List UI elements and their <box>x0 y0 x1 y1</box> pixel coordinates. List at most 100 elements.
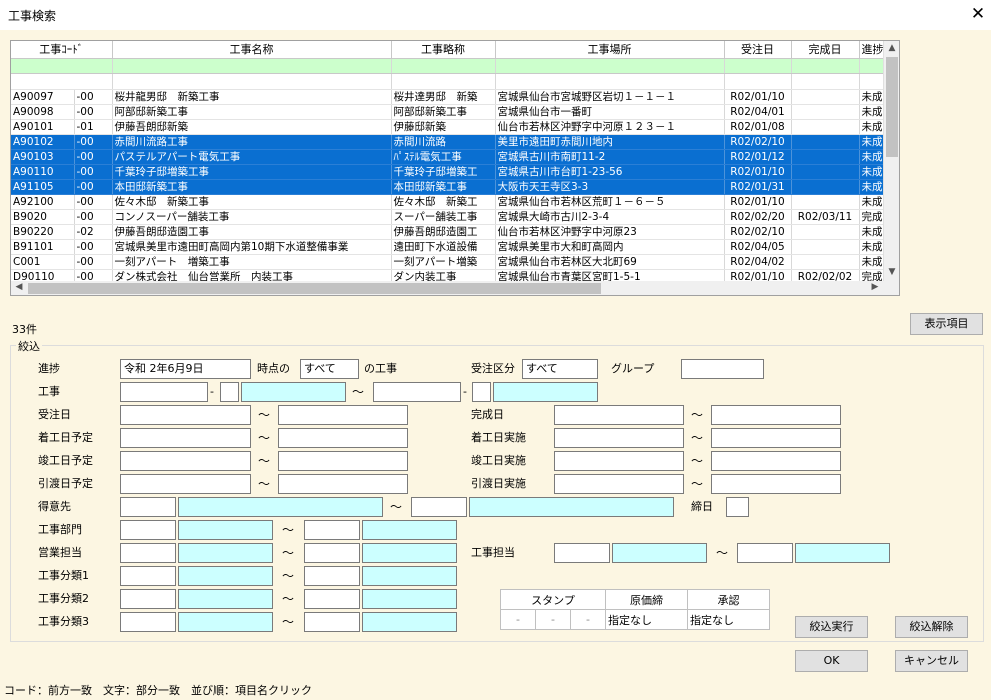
start-plan-to-field[interactable] <box>278 428 408 448</box>
class3-to-code-field[interactable] <box>304 612 360 632</box>
class1-from-code-field[interactable] <box>120 566 176 586</box>
start-plan-tilde: ～ <box>258 431 271 445</box>
table-row[interactable]: A92100 -00 佐々木邸 新築工事 佐々木邸 新築工 宮城県仙台市若林区荒町１－６… <box>11 194 885 210</box>
finish-plan-from-field[interactable] <box>120 451 251 471</box>
results-table: 工事ｺｰﾄﾞ 工事名称 工事略称 工事場所 受注日 完成日 進捗 A90097-… <box>11 41 885 295</box>
dept-to-code-field[interactable] <box>304 520 360 540</box>
clear-filter-button[interactable]: 絞込解除 <box>895 616 968 638</box>
as-of-date-field[interactable]: 令和 2年6月9日 <box>120 359 251 379</box>
done-date-from-field[interactable] <box>554 405 684 425</box>
table-row[interactable]: A90097 -00 桜井龍男邸 新築工事 桜井達男邸 新築 宮城県仙台市宮城野区岩切１… <box>11 89 885 105</box>
progress-select[interactable]: すべて <box>300 359 359 379</box>
horizontal-scroll-thumb[interactable] <box>28 283 601 294</box>
dept-from-code-field[interactable] <box>120 520 176 540</box>
table-row[interactable]: A90103 -00 パステルアパート電気工事 ﾊﾟｽﾃﾙ電気工事 宮城県古川市南町11… <box>11 149 885 165</box>
charge-to-code-field[interactable] <box>737 543 793 563</box>
vertical-scroll-thumb[interactable] <box>886 57 898 157</box>
table-row[interactable]: A90098 -00 阿部邸新築工事 阿部邸新築工事 宮城県仙台市一番町 R02/04/0… <box>11 104 885 120</box>
approve-select[interactable]: 指定なし <box>687 609 770 630</box>
cell-subcode: -00 <box>74 209 113 225</box>
order-date-from-field[interactable] <box>120 405 251 425</box>
class3-from-code-field[interactable] <box>120 612 176 632</box>
customer-to-code-field[interactable] <box>411 497 467 517</box>
delivery-actual-to-field[interactable] <box>711 474 841 494</box>
kouji-from-code-field[interactable] <box>120 382 208 402</box>
start-plan-from-field[interactable] <box>120 428 251 448</box>
order-date-label: 受注日 <box>38 408 71 421</box>
ok-button[interactable]: OK <box>795 650 868 672</box>
scroll-right-icon[interactable]: ▶ <box>867 282 883 292</box>
group-field[interactable] <box>681 359 764 379</box>
delivery-plan-to-field[interactable] <box>278 474 408 494</box>
table-row[interactable]: C001 -00 一刻アパート 増築工事 一刻アパート増築 宮城県仙台市若林区大北町69… <box>11 254 885 270</box>
kouji-to-sub-field[interactable] <box>472 382 491 402</box>
order-kind-select[interactable]: すべて <box>522 359 598 379</box>
filter-row[interactable] <box>11 58 885 74</box>
col-header-progress[interactable]: 進捗 <box>859 41 885 59</box>
display-items-button[interactable]: 表示項目 <box>910 313 983 335</box>
kouji-to-code-field[interactable] <box>373 382 461 402</box>
closing-day-field[interactable] <box>726 497 749 517</box>
close-icon[interactable]: ✕ <box>970 4 986 24</box>
delivery-plan-from-field[interactable] <box>120 474 251 494</box>
cost-close-select[interactable]: 指定なし <box>605 609 688 630</box>
charge-from-code-field[interactable] <box>554 543 610 563</box>
cell-code: B90220 <box>11 224 75 240</box>
sales-tilde: ～ <box>282 546 295 560</box>
cell-done-date <box>791 224 860 240</box>
cell-done-date <box>791 104 860 120</box>
col-header-code[interactable]: 工事ｺｰﾄﾞ <box>11 41 113 59</box>
table-row[interactable]: B90220 -02 伊藤吾朗邸造園工事 伊藤吾朗邸造園工 仙台市若林区沖野字中河原23… <box>11 224 885 240</box>
col-header-place[interactable]: 工事場所 <box>495 41 725 59</box>
horizontal-scrollbar[interactable]: ◀ ▶ <box>11 281 883 295</box>
customer-from-code-field[interactable] <box>120 497 176 517</box>
sales-from-code-field[interactable] <box>120 543 176 563</box>
class2-to-code-field[interactable] <box>304 589 360 609</box>
table-row[interactable]: A90102 -00 赤間川流路工事 赤間川流路 美里市遠田町赤間川地内 R02/02/1… <box>11 134 885 150</box>
cell-done-date <box>791 89 860 105</box>
col-header-order-date[interactable]: 受注日 <box>724 41 792 59</box>
start-actual-from-field[interactable] <box>554 428 684 448</box>
class1-tilde: ～ <box>282 569 295 583</box>
scroll-left-icon[interactable]: ◀ <box>11 282 27 292</box>
stamp-toggle-1[interactable]: - <box>500 609 536 630</box>
finish-actual-to-field[interactable] <box>711 451 841 471</box>
stamp-header: スタンプ <box>500 589 606 610</box>
finish-actual-from-field[interactable] <box>554 451 684 471</box>
table-row[interactable]: A90110 -00 千葉玲子邸増築工事 千葉玲子邸増築工 宮城県古川市台町1-23-5… <box>11 164 885 180</box>
stamp-toggle-3[interactable]: - <box>570 609 606 630</box>
table-row[interactable]: A91105 -00 本田邸新築工事 本田邸新築工事 大阪市天王寺区3-3 R02/01/… <box>11 179 885 195</box>
table-row[interactable]: B9020 -00 コンノスーパー舗装工事 スーパー舗装工事 宮城県大崎市古川2-3-4… <box>11 209 885 225</box>
class1-to-code-field[interactable] <box>304 566 360 586</box>
window-title: 工事検索 <box>8 9 57 23</box>
class2-from-code-field[interactable] <box>120 589 176 609</box>
start-actual-to-field[interactable] <box>711 428 841 448</box>
stamp-toggle-2[interactable]: - <box>535 609 571 630</box>
cell-order-date: R02/01/10 <box>724 89 792 105</box>
col-header-done-date[interactable]: 完成日 <box>791 41 860 59</box>
delivery-actual-from-field[interactable] <box>554 474 684 494</box>
cell-abbr: 一刻アパート増築 <box>391 254 496 270</box>
class1-label: 工事分類1 <box>38 569 89 582</box>
sales-to-code-field[interactable] <box>304 543 360 563</box>
cell-done-date: R02/03/11 <box>791 209 860 225</box>
col-header-name[interactable]: 工事名称 <box>112 41 392 59</box>
cell-place: 仙台市若林区沖野字中河原23 <box>495 224 725 240</box>
vertical-scrollbar[interactable]: ▲ ▼ <box>883 41 899 281</box>
done-date-to-field[interactable] <box>711 405 841 425</box>
scroll-down-icon[interactable]: ▼ <box>884 267 899 277</box>
cell-progress: 未成 <box>859 134 885 150</box>
col-header-abbr[interactable]: 工事略称 <box>391 41 496 59</box>
cell-done-date <box>791 239 860 255</box>
kouji-from-sub-field[interactable] <box>220 382 239 402</box>
table-row[interactable]: A90101 -01 伊藤吾朗邸新築 伊藤邸新築 仙台市若林区沖野字中河原１２３－１ R0… <box>11 119 885 135</box>
scroll-up-icon[interactable]: ▲ <box>884 43 899 53</box>
table-row[interactable]: B91101 -00 宮城県美里市遠田町高岡内第10期下水道整備事業 遠田町下水道設備… <box>11 239 885 255</box>
kouji-from-name-field <box>241 382 346 402</box>
result-count: 33件 <box>12 323 37 336</box>
order-date-to-field[interactable] <box>278 405 408 425</box>
cancel-button[interactable]: キャンセル <box>895 650 968 672</box>
apply-filter-button[interactable]: 絞込実行 <box>795 616 868 638</box>
finish-plan-to-field[interactable] <box>278 451 408 471</box>
title-bar <box>0 0 991 30</box>
